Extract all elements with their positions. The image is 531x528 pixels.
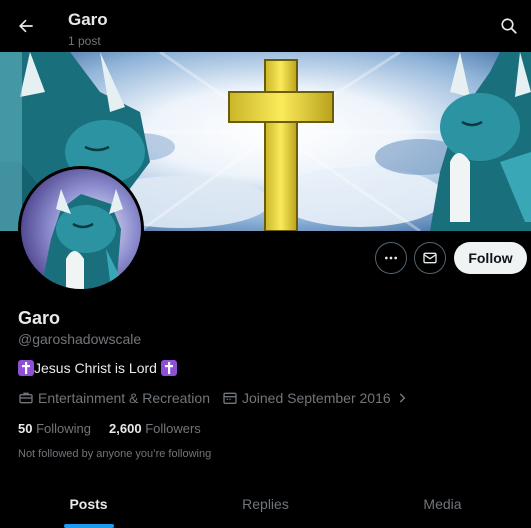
bio-text: Jesus Christ is Lord: [34, 360, 157, 376]
post-count: 1 post: [68, 34, 101, 48]
tab-label: Media: [423, 496, 462, 512]
followers-link[interactable]: 2,600 Followers: [109, 421, 201, 436]
top-bar: Garo 1 post: [0, 0, 531, 52]
avatar[interactable]: [18, 166, 144, 292]
bio: Jesus Christ is Lord: [18, 360, 177, 376]
briefcase-icon: [19, 392, 33, 404]
tab-label: Replies: [242, 496, 289, 512]
tab-posts[interactable]: Posts: [0, 480, 177, 528]
display-name: Garo: [18, 308, 61, 328]
more-button[interactable]: [375, 242, 407, 274]
category-text: Entertainment & Recreation: [38, 390, 210, 406]
handle: @garoshadowscale: [18, 331, 142, 347]
following-link[interactable]: 50 Following: [18, 421, 91, 436]
search-button[interactable]: [495, 12, 523, 40]
chevron-right-icon: [399, 393, 406, 403]
more-icon: [385, 256, 397, 260]
tab-replies[interactable]: Replies: [177, 480, 354, 528]
arrow-left-icon: [19, 19, 33, 33]
cross-icon: [18, 360, 34, 376]
search-icon: [501, 18, 517, 34]
following-label: Following: [36, 421, 92, 436]
active-tab-indicator: [63, 524, 114, 528]
following-count: 50: [18, 421, 33, 436]
profile-meta: Entertainment & Recreation Joined Septem…: [18, 390, 409, 406]
profile-tabs: Posts Replies Media: [0, 480, 531, 528]
join-date-text: Joined September 2016: [241, 390, 391, 406]
page-title: Garo: [68, 10, 108, 29]
follow-button[interactable]: Follow: [454, 242, 527, 274]
followed-by-note: Not followed by anyone you’re following: [18, 448, 212, 460]
message-button[interactable]: [414, 242, 446, 274]
tab-label: Posts: [69, 496, 108, 512]
avatar-image: [21, 169, 141, 289]
followers-count: 2,600: [109, 421, 142, 436]
cross-icon: [160, 360, 177, 376]
join-date[interactable]: Joined September 2016: [222, 390, 409, 406]
back-button[interactable]: [12, 12, 40, 40]
calendar-icon: [223, 392, 237, 404]
message-icon: [423, 252, 437, 264]
category: Entertainment & Recreation: [18, 390, 210, 406]
follow-stats: 50 Following 2,600 Followers: [18, 421, 201, 436]
followers-label: Followers: [145, 421, 201, 436]
tab-media[interactable]: Media: [354, 480, 531, 528]
